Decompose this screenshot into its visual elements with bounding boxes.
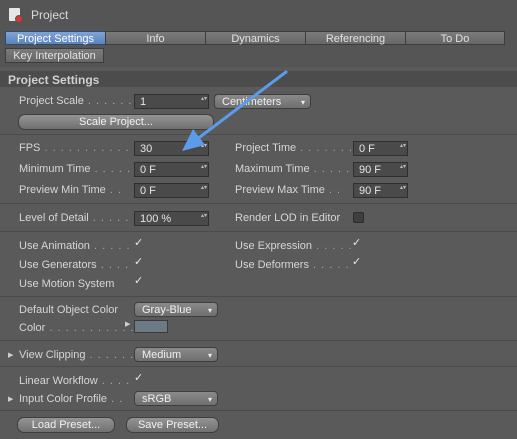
annotation-arrow	[182, 70, 288, 151]
project-window: Project Project Settings Info Dynamics R…	[0, 0, 517, 439]
